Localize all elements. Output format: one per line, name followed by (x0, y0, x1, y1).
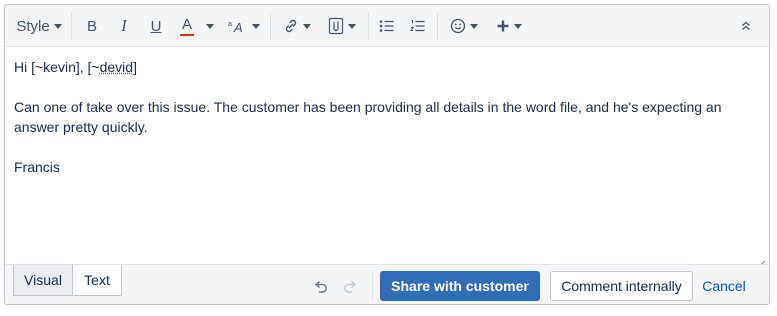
tab-visual[interactable]: Visual (13, 265, 73, 296)
share-with-customer-button[interactable]: Share with customer (380, 271, 540, 301)
text-color-button[interactable]: A (177, 13, 197, 39)
tab-text[interactable]: Text (72, 265, 122, 296)
link-icon (283, 18, 299, 34)
chevron-down-icon (514, 23, 522, 29)
editor-toolbar: Style B I U A aA (5, 5, 769, 47)
numbered-list-icon (410, 19, 426, 33)
comment-editor: Style B I U A aA Hi [~kevin], [~devid] C… (4, 4, 770, 305)
redo-button[interactable] (342, 279, 358, 298)
chevron-down-icon (252, 23, 260, 29)
insert-more-dropdown[interactable] (493, 13, 525, 39)
text-color-swatch (180, 33, 194, 36)
signature-line: Francis (14, 159, 60, 175)
bullet-list-icon (379, 19, 395, 33)
editor-footer: Visual Text Share with customer Comment … (5, 264, 769, 304)
italic-button[interactable]: I (114, 13, 134, 39)
toolbar-divider (437, 12, 438, 40)
underline-icon: U (150, 17, 162, 35)
plus-icon (496, 19, 510, 33)
svg-text:A: A (233, 20, 243, 34)
comment-internally-button[interactable]: Comment internally (550, 271, 693, 301)
greeting-line: Hi [~kevin], [~devid] (14, 59, 137, 75)
chevron-down-icon (206, 23, 214, 29)
misspelled-mention: devid (99, 59, 134, 75)
emoji-icon (450, 18, 466, 34)
bold-button[interactable]: B (82, 13, 102, 39)
emoji-dropdown[interactable] (447, 13, 481, 39)
chevron-down-icon (53, 23, 62, 29)
attachment-icon (328, 17, 344, 35)
chevron-down-icon (348, 23, 356, 29)
toolbar-divider (270, 12, 271, 40)
message-body: Can one of take over this issue. The cus… (14, 99, 722, 135)
cancel-button[interactable]: Cancel (698, 271, 750, 301)
text-size-icon: aA (228, 18, 248, 34)
style-label: Style (16, 17, 50, 35)
attachment-dropdown[interactable] (325, 13, 359, 39)
footer-divider (372, 271, 373, 301)
comment-text-area[interactable]: Hi [~kevin], [~devid] Can one of take ov… (5, 46, 769, 264)
bold-icon: B (86, 17, 97, 35)
italic-icon: I (121, 16, 127, 35)
text-color-dropdown[interactable] (205, 13, 215, 39)
collapse-icon (740, 20, 752, 32)
text-size-dropdown[interactable]: aA (226, 13, 262, 39)
numbered-list-button[interactable] (408, 13, 428, 39)
svg-text:a: a (228, 21, 232, 28)
chevron-down-icon (303, 23, 311, 29)
redo-icon (342, 280, 358, 297)
chevron-down-icon (470, 23, 478, 29)
style-dropdown[interactable]: Style (15, 13, 63, 39)
toolbar-divider (71, 12, 72, 40)
undo-button[interactable] (313, 279, 329, 298)
bullet-list-button[interactable] (377, 13, 397, 39)
collapse-toolbar-button[interactable] (737, 13, 755, 39)
text-color-icon: A (181, 15, 192, 33)
link-dropdown[interactable] (280, 13, 314, 39)
underline-button[interactable]: U (146, 13, 166, 39)
undo-icon (313, 280, 329, 297)
toolbar-divider (368, 12, 369, 40)
